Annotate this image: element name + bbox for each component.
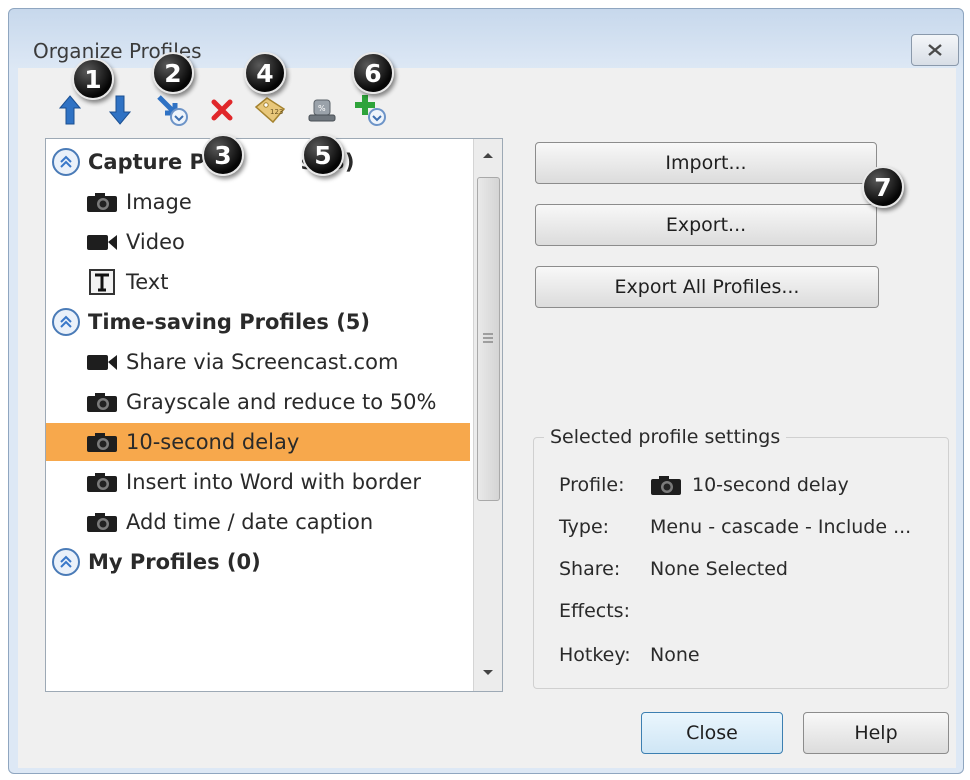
list-item-selected[interactable]: 10-second delay bbox=[46, 423, 470, 461]
add-profile-button[interactable] bbox=[350, 90, 390, 130]
import-button[interactable]: Import... bbox=[535, 142, 877, 184]
collapse-chevron-icon[interactable] bbox=[52, 548, 80, 576]
move-down-arrow-icon bbox=[109, 95, 131, 125]
export-button[interactable]: Export... bbox=[535, 204, 877, 246]
svg-text:123: 123 bbox=[270, 108, 283, 116]
export-all-profiles-button[interactable]: Export All Profiles... bbox=[535, 266, 879, 308]
list-item[interactable]: Grayscale and reduce to 50% bbox=[86, 383, 436, 421]
list-item[interactable]: Insert into Word with border bbox=[86, 463, 421, 501]
camera-icon bbox=[87, 513, 117, 532]
scroll-down-arrow-icon[interactable] bbox=[482, 669, 494, 677]
tag-icon: 123 bbox=[254, 97, 286, 124]
profile-tree[interactable]: Capture Ps (3) Image Video Text Time-sav… bbox=[45, 138, 503, 692]
list-item[interactable]: Video bbox=[86, 223, 185, 261]
camera-icon bbox=[87, 393, 117, 412]
window-close-button[interactable] bbox=[911, 34, 959, 66]
camera-icon bbox=[87, 193, 117, 212]
profile-settings-button[interactable]: % bbox=[304, 90, 340, 130]
profile-value: 10-second delay bbox=[650, 474, 849, 496]
type-value: Menu - cascade - Include ... bbox=[650, 516, 912, 538]
callout-badge-4: 4 bbox=[244, 52, 286, 94]
list-item[interactable]: Add time / date caption bbox=[86, 503, 373, 541]
callout-badge-7: 7 bbox=[862, 166, 904, 208]
video-camera-icon bbox=[87, 355, 117, 370]
arrow-down-right-icon bbox=[157, 95, 188, 126]
collapse-chevron-icon[interactable] bbox=[52, 308, 80, 336]
callout-badge-2: 2 bbox=[152, 52, 194, 94]
rename-button[interactable]: 123 bbox=[250, 90, 290, 130]
callout-badge-6: 6 bbox=[352, 52, 394, 94]
hotkey-value: None bbox=[650, 644, 700, 666]
callout-badge-5: 5 bbox=[302, 134, 344, 176]
type-label: Type: bbox=[559, 516, 610, 538]
camera-icon bbox=[87, 473, 117, 492]
help-button[interactable]: Help bbox=[803, 712, 949, 754]
collapse-chevron-icon[interactable] bbox=[52, 148, 80, 176]
settings-group-title: Selected profile settings bbox=[544, 426, 787, 448]
callout-badge-3: 3 bbox=[202, 134, 244, 176]
move-up-arrow-icon bbox=[59, 95, 81, 125]
text-t-icon bbox=[89, 269, 115, 295]
hat-icon: % bbox=[308, 99, 336, 122]
grip-icon bbox=[483, 333, 493, 343]
group-label: My Profiles (0) bbox=[88, 550, 261, 574]
list-item[interactable]: Share via Screencast.com bbox=[86, 343, 398, 381]
group-my-profiles[interactable]: My Profiles (0) bbox=[52, 543, 261, 581]
video-camera-icon bbox=[87, 235, 117, 250]
delete-x-icon bbox=[211, 99, 233, 121]
move-to-group-button[interactable] bbox=[152, 90, 192, 130]
share-value: None Selected bbox=[650, 558, 788, 580]
group-label: Capture P bbox=[88, 150, 205, 174]
hotkey-label: Hotkey: bbox=[559, 644, 631, 666]
profile-label: Profile: bbox=[559, 474, 625, 496]
close-button[interactable]: Close bbox=[641, 712, 783, 754]
share-label: Share: bbox=[559, 558, 621, 580]
move-down-button[interactable] bbox=[104, 90, 136, 130]
vertical-scrollbar[interactable] bbox=[473, 139, 502, 691]
svg-text:%: % bbox=[318, 104, 326, 113]
camera-icon bbox=[87, 433, 117, 452]
delete-button[interactable] bbox=[206, 90, 238, 130]
callout-badge-1: 1 bbox=[72, 58, 114, 100]
camera-icon bbox=[651, 476, 681, 495]
effects-label: Effects: bbox=[559, 600, 630, 622]
list-item[interactable]: Image bbox=[86, 183, 192, 221]
scrollbar-thumb[interactable] bbox=[477, 177, 500, 501]
close-icon bbox=[928, 44, 942, 56]
list-item[interactable]: Text bbox=[86, 263, 168, 301]
scroll-up-arrow-icon[interactable] bbox=[482, 151, 494, 159]
profile-name: 10-second delay bbox=[692, 474, 849, 496]
group-time-saving-profiles[interactable]: Time-saving Profiles (5) bbox=[52, 303, 370, 341]
add-plus-icon bbox=[355, 95, 386, 126]
group-label: Time-saving Profiles (5) bbox=[88, 310, 371, 334]
